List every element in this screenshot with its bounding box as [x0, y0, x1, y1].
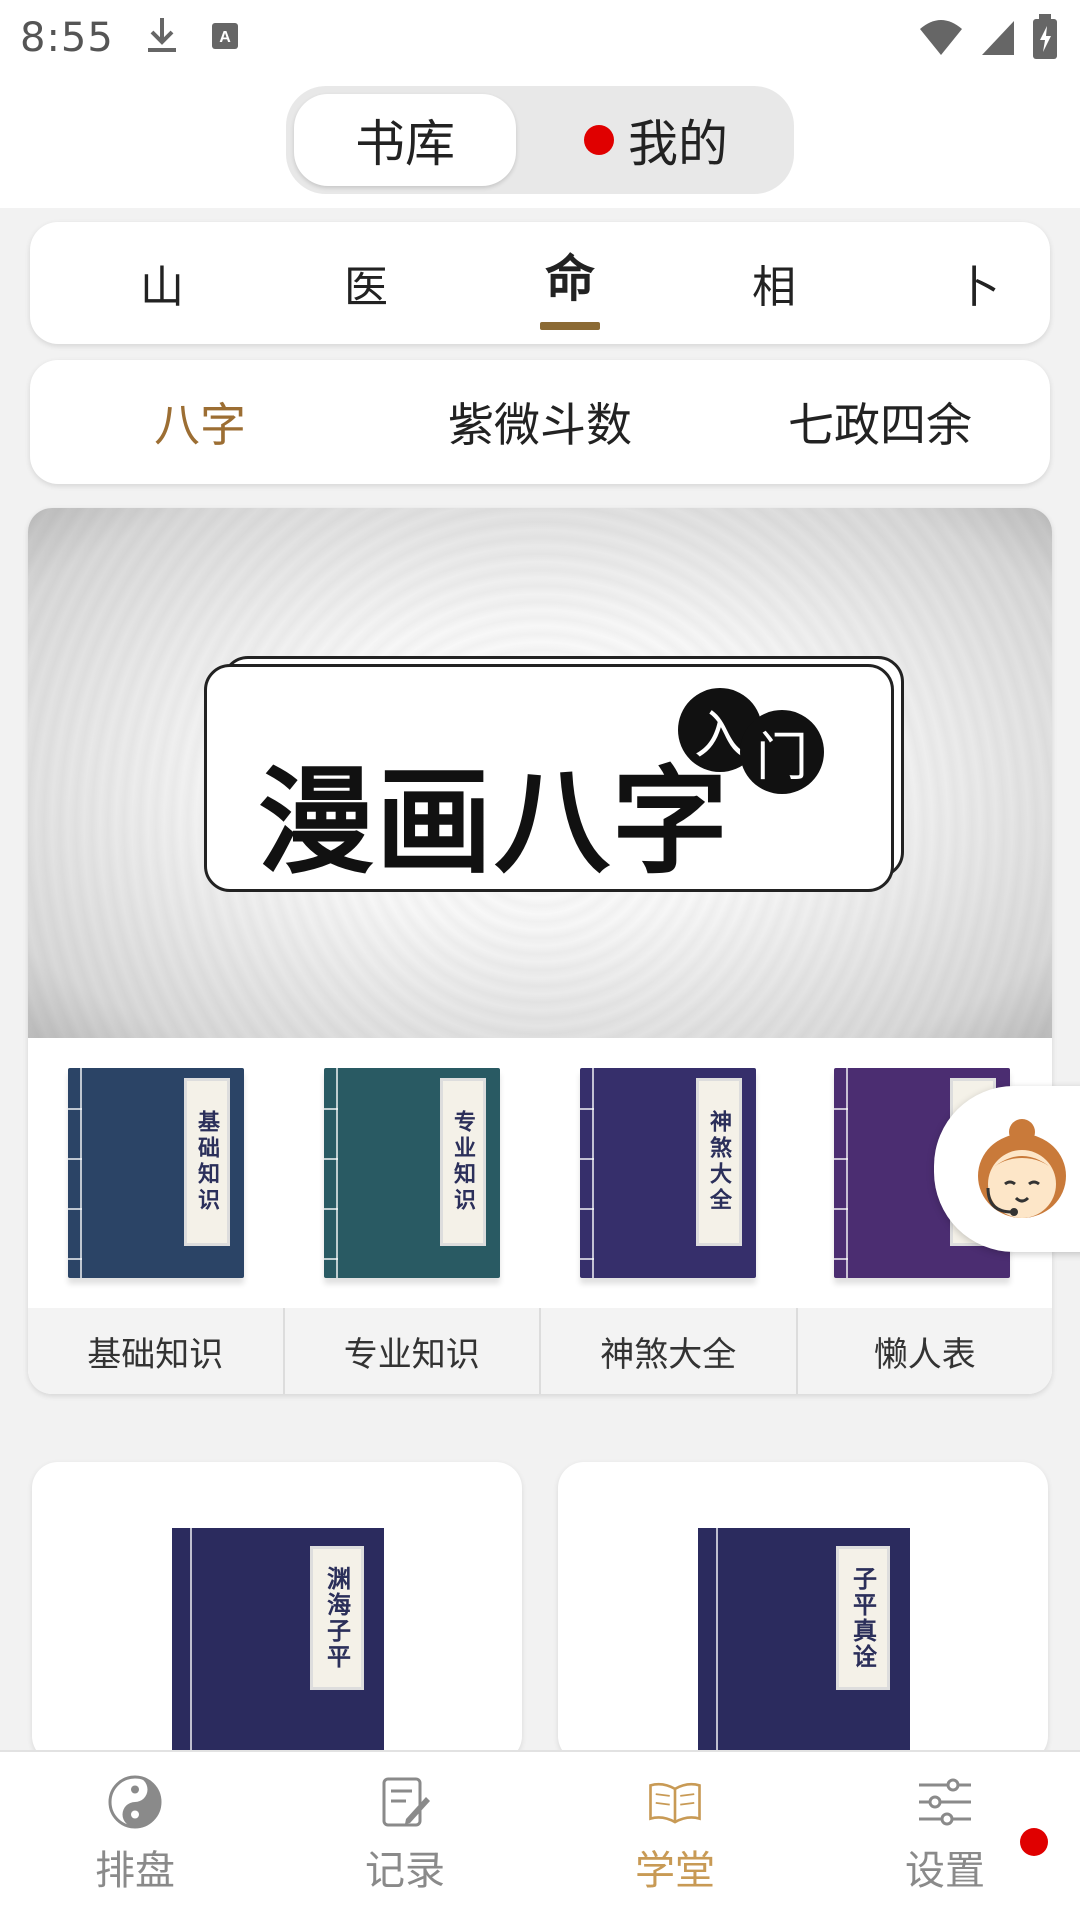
category-tab-medicine[interactable]: 医	[316, 222, 416, 344]
translate-icon: A	[210, 21, 240, 55]
subcategory-tab-qizheng[interactable]: 七政四余	[760, 360, 1000, 484]
featured-book-title: 渊海子平	[310, 1546, 364, 1690]
category-tab-fate[interactable]: 命	[520, 214, 620, 336]
featured-book-cover: 子平真诠	[698, 1528, 910, 1762]
book-cover-shensha[interactable]: 神煞大全	[580, 1068, 756, 1278]
nav-label: 学堂	[635, 1848, 715, 1894]
sliders-icon	[917, 1774, 973, 1830]
featured-book-title: 子平真诠	[836, 1546, 890, 1690]
bazi-content: 漫画八字 入 门 基础知识 专业知识 神煞大全 基础知识 专业知识 神煞大全 懒…	[28, 508, 1052, 1394]
book-shelf: 基础知识 专业知识 神煞大全	[28, 1038, 1052, 1308]
nav-item-settings[interactable]: 设置	[810, 1752, 1080, 1920]
svg-text:A: A	[219, 29, 231, 46]
book-label-shensha[interactable]: 神煞大全	[541, 1308, 798, 1394]
yin-yang-icon	[107, 1774, 163, 1830]
settings-notification-dot	[1020, 1828, 1048, 1856]
book-label-lazy-table[interactable]: 懒人表	[798, 1308, 1053, 1394]
book-cover-title: 神煞大全	[696, 1078, 742, 1246]
customer-service-icon	[972, 1114, 1072, 1228]
category-tabs: 山 医 命 相 卜	[30, 222, 1050, 344]
tab-library[interactable]: 书库	[294, 94, 516, 186]
library-mine-switch: 书库 我的	[286, 86, 794, 194]
active-tab-indicator	[540, 322, 600, 330]
notification-dot	[584, 125, 614, 155]
nav-label: 设置	[905, 1848, 985, 1894]
featured-book-card[interactable]: 渊海子平	[32, 1462, 522, 1762]
book-label-basics[interactable]: 基础知识	[28, 1308, 285, 1394]
signal-icon	[980, 17, 1016, 61]
book-cover-title: 专业知识	[440, 1078, 486, 1246]
header: 书库 我的	[0, 76, 1080, 208]
category-tab-divination[interactable]: 卜	[928, 222, 1028, 344]
book-cover-title: 基础知识	[184, 1078, 230, 1246]
bottom-navigation: 排盘 记录 学堂 设置	[0, 1750, 1080, 1920]
open-book-icon	[647, 1774, 703, 1830]
book-cover-basics[interactable]: 基础知识	[68, 1068, 244, 1278]
nav-label: 记录	[365, 1848, 445, 1894]
assistant-avatar-button[interactable]	[934, 1086, 1080, 1252]
book-cover-professional[interactable]: 专业知识	[324, 1068, 500, 1278]
note-edit-icon	[377, 1774, 433, 1830]
badge-men: 门	[740, 710, 824, 794]
book-label-professional[interactable]: 专业知识	[285, 1308, 541, 1394]
battery-icon	[1032, 14, 1058, 64]
status-bar: 8:55 A	[0, 0, 1080, 76]
subcategory-tab-bazi[interactable]: 八字	[90, 360, 310, 484]
featured-book-card[interactable]: 子平真诠	[558, 1462, 1048, 1762]
tab-mine-label: 我的	[628, 115, 728, 173]
book-labels: 基础知识 专业知识 神煞大全 懒人表	[28, 1308, 1052, 1394]
download-icon	[144, 16, 180, 60]
comic-bazi-banner[interactable]: 漫画八字 入 门	[28, 508, 1052, 1038]
wifi-icon	[918, 17, 964, 61]
tab-library-label: 书库	[355, 115, 455, 173]
category-tab-mountain[interactable]: 山	[112, 222, 212, 344]
nav-label: 排盘	[95, 1848, 175, 1894]
banner-title: 漫画八字	[258, 754, 730, 890]
tab-mine[interactable]: 我的	[526, 94, 786, 186]
featured-book-cover: 渊海子平	[172, 1528, 384, 1762]
nav-item-academy[interactable]: 学堂	[540, 1752, 810, 1920]
status-time: 8:55	[20, 15, 114, 61]
subcategory-tab-ziwei[interactable]: 紫微斗数	[420, 360, 660, 484]
category-tab-physiognomy[interactable]: 相	[724, 222, 824, 344]
nav-item-paipan[interactable]: 排盘	[0, 1752, 270, 1920]
nav-item-records[interactable]: 记录	[270, 1752, 540, 1920]
subcategory-tabs: 八字 紫微斗数 七政四余	[30, 360, 1050, 484]
